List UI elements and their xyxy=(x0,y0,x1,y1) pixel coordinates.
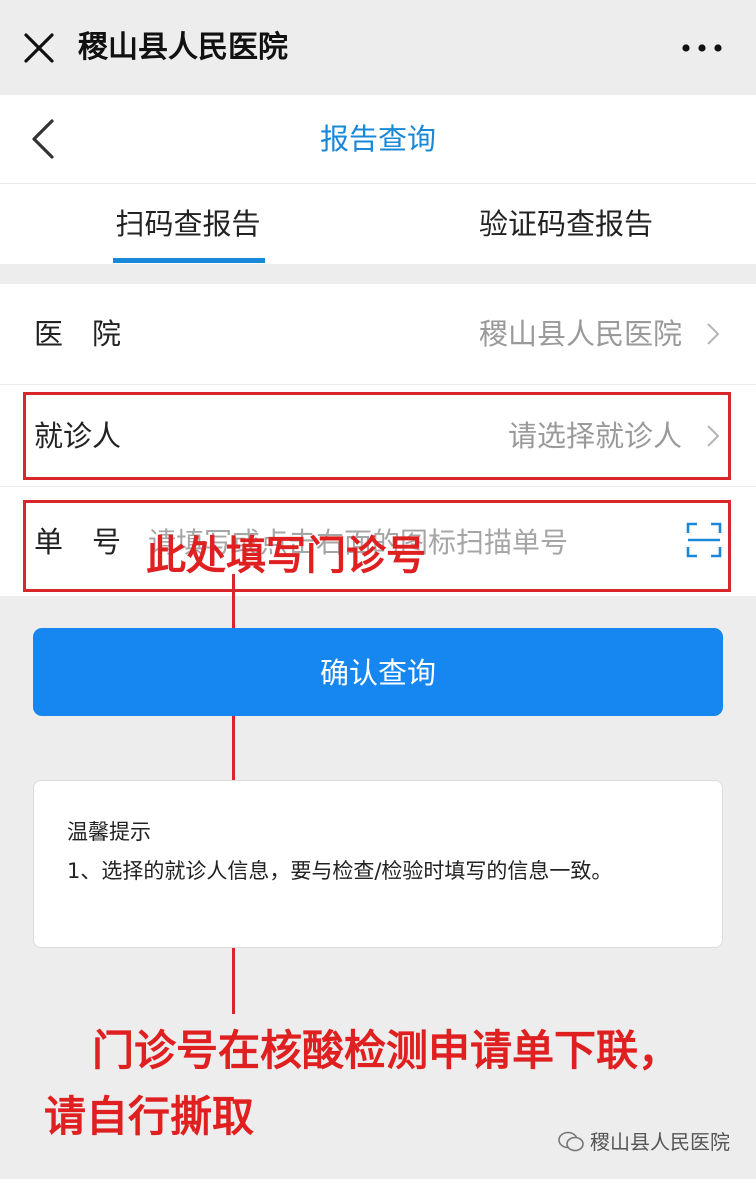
annotation-fill-here: 此处填写门诊号 xyxy=(146,532,426,579)
wechat-icon xyxy=(558,1131,584,1152)
tips-body: 1、选择的就诊人信息，要与检查/检验时填写的信息一致。 xyxy=(67,859,613,883)
nav-bar: 报告查询 xyxy=(0,95,756,184)
app-title: 稷山县人民医院 xyxy=(78,30,288,65)
more-dots-icon[interactable] xyxy=(682,44,722,52)
close-icon[interactable] xyxy=(22,31,56,65)
tips-title: 温馨提示 xyxy=(67,820,151,844)
watermark-text: 稷山县人民医院 xyxy=(590,1130,730,1154)
tips-card: 温馨提示 1、选择的就诊人信息，要与检查/检验时填写的信息一致。 xyxy=(33,780,723,948)
top-bar: 稷山县人民医院 xyxy=(0,0,756,95)
annotation-box-patient xyxy=(23,392,731,480)
hospital-value: 稷山县人民医院 xyxy=(478,317,682,351)
chevron-right-icon xyxy=(707,323,720,345)
hospital-row[interactable]: 医 院 稷山县人民医院 xyxy=(0,284,756,385)
page-title: 报告查询 xyxy=(319,122,436,156)
active-tab-indicator xyxy=(113,258,265,263)
tab-scan-report[interactable]: 扫码查报告 xyxy=(88,202,288,246)
tab-bar: 扫码查报告 验证码查报告 xyxy=(0,184,756,264)
tab-code-report[interactable]: 验证码查报告 xyxy=(456,202,676,246)
hospital-label: 医 院 xyxy=(34,317,122,351)
watermark: 稷山县人民医院 xyxy=(558,1128,730,1156)
confirm-query-button[interactable]: 确认查询 xyxy=(33,628,723,716)
